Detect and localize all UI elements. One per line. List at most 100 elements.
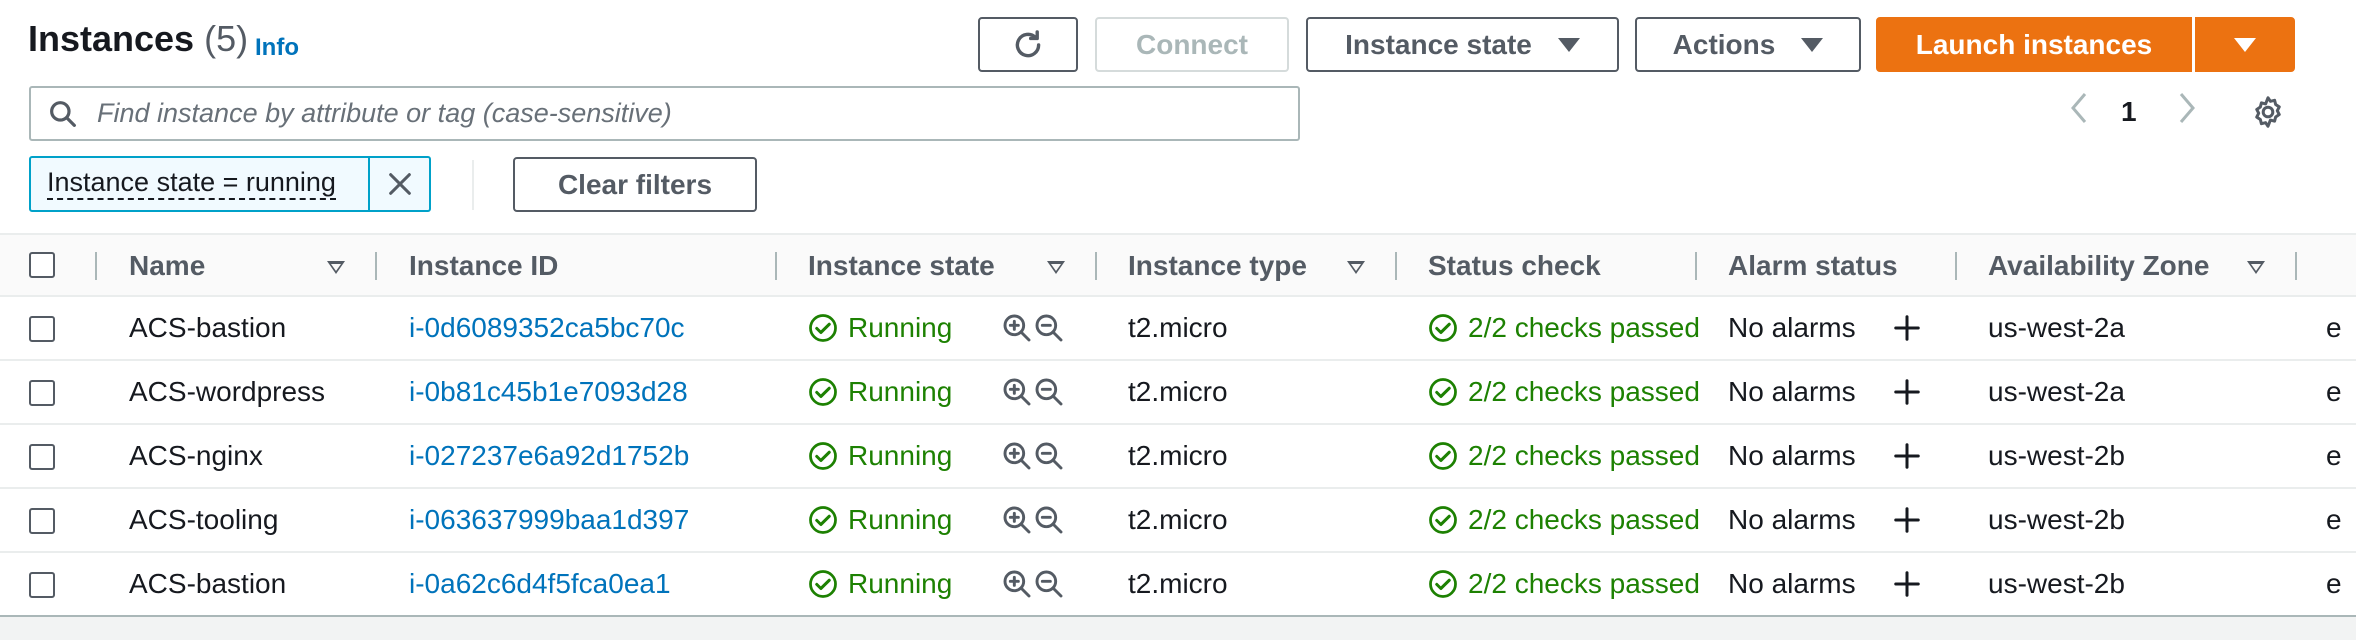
zoom-in-button[interactable] <box>1001 297 1033 359</box>
column-header-name[interactable]: Name <box>129 235 205 297</box>
instance-id-link[interactable]: i-063637999baa1d397 <box>409 489 689 551</box>
table-row[interactable]: ACS-nginx i-027237e6a92d1752b Running t2… <box>0 425 2356 489</box>
check-circle-icon <box>1428 313 1458 343</box>
column-header-availability-zone[interactable]: Availability Zone <box>1988 235 2209 297</box>
filter-token-label[interactable]: Instance state = running <box>31 158 370 210</box>
previous-page-button[interactable] <box>2067 88 2091 137</box>
launch-instances-button[interactable]: Launch instances <box>1876 17 2192 72</box>
filter-token[interactable]: Instance state = running <box>29 156 431 212</box>
truncated-cell: e <box>2326 376 2342 407</box>
zoom-in-icon <box>1003 314 1031 342</box>
chevron-right-icon <box>2179 93 2195 123</box>
add-alarm-button[interactable] <box>1892 425 1922 487</box>
truncated-cell: e <box>2326 504 2342 535</box>
add-alarm-button[interactable] <box>1892 489 1922 551</box>
column-header-instance-id[interactable]: Instance ID <box>409 235 558 297</box>
column-separator[interactable] <box>1955 252 1957 280</box>
search-input[interactable] <box>97 98 1298 129</box>
refresh-button[interactable] <box>978 17 1078 72</box>
zoom-out-button[interactable] <box>1033 553 1065 615</box>
page-number[interactable]: 1 <box>2121 96 2137 128</box>
zoom-in-button[interactable] <box>1001 425 1033 487</box>
search-bar[interactable] <box>29 86 1300 141</box>
zoom-in-button[interactable] <box>1001 489 1033 551</box>
plus-icon <box>1894 571 1920 597</box>
instance-name: ACS-wordpress <box>129 376 326 407</box>
row-checkbox[interactable] <box>29 380 55 406</box>
check-circle-icon <box>808 441 838 471</box>
column-separator[interactable] <box>1695 252 1697 280</box>
zoom-out-icon <box>1035 570 1063 598</box>
instance-state: Running <box>808 297 952 359</box>
column-header-alarm-status[interactable]: Alarm status <box>1728 235 1898 297</box>
check-circle-icon <box>808 569 838 599</box>
column-separator[interactable] <box>1395 252 1397 280</box>
add-alarm-button[interactable] <box>1892 553 1922 615</box>
table-row[interactable]: ACS-tooling i-063637999baa1d397 Running … <box>0 489 2356 553</box>
zoom-in-icon <box>1003 442 1031 470</box>
caret-down-icon <box>1801 37 1824 52</box>
zoom-out-button[interactable] <box>1033 361 1065 423</box>
status-check: 2/2 checks passed <box>1428 425 1700 487</box>
alarm-status: No alarms <box>1728 504 1856 535</box>
sort-icon[interactable] <box>2247 261 2265 274</box>
instance-id-link[interactable]: i-027237e6a92d1752b <box>409 425 689 487</box>
column-header-status-check[interactable]: Status check <box>1428 235 1601 297</box>
settings-button[interactable] <box>2250 94 2286 135</box>
zoom-out-button[interactable] <box>1033 489 1065 551</box>
launch-options-dropdown[interactable] <box>2195 17 2295 72</box>
status-check-text: 2/2 checks passed <box>1468 568 1700 599</box>
select-all-checkbox[interactable] <box>29 252 55 278</box>
connect-button[interactable]: Connect <box>1095 17 1289 72</box>
column-separator[interactable] <box>1095 252 1097 280</box>
zoom-out-button[interactable] <box>1033 425 1065 487</box>
column-separator[interactable] <box>775 252 777 280</box>
instance-state-label: Instance state <box>1345 28 1532 60</box>
clear-filters-button[interactable]: Clear filters <box>513 157 757 212</box>
table-row[interactable]: ACS-wordpress i-0b81c45b1e7093d28 Runnin… <box>0 361 2356 425</box>
check-circle-icon <box>1428 441 1458 471</box>
instance-type: t2.micro <box>1128 568 1228 599</box>
status-check: 2/2 checks passed <box>1428 361 1700 423</box>
sort-icon[interactable] <box>1047 261 1065 274</box>
remove-filter-button[interactable] <box>370 170 429 198</box>
instance-id-link[interactable]: i-0b81c45b1e7093d28 <box>409 361 688 423</box>
instance-state: Running <box>808 489 952 551</box>
instance-state-dropdown[interactable]: Instance state <box>1306 17 1619 72</box>
column-separator[interactable] <box>375 252 377 280</box>
instance-id-link[interactable]: i-0a62c6d4f5fca0ea1 <box>409 553 671 615</box>
zoom-out-icon <box>1035 378 1063 406</box>
table-row[interactable]: ACS-bastion i-0d6089352ca5bc70c Running … <box>0 297 2356 361</box>
alarm-status: No alarms <box>1728 376 1856 407</box>
instance-name: ACS-nginx <box>129 440 263 471</box>
sort-icon[interactable] <box>1347 261 1365 274</box>
actions-dropdown[interactable]: Actions <box>1635 17 1861 72</box>
column-header-instance-type[interactable]: Instance type <box>1128 235 1307 297</box>
column-separator[interactable] <box>2295 252 2297 280</box>
truncated-cell: e <box>2326 440 2342 471</box>
instance-id-link[interactable]: i-0d6089352ca5bc70c <box>409 297 685 359</box>
instance-type: t2.micro <box>1128 440 1228 471</box>
availability-zone: us-west-2b <box>1988 504 2125 535</box>
row-checkbox[interactable] <box>29 572 55 598</box>
column-header-instance-state[interactable]: Instance state <box>808 235 995 297</box>
alarm-status: No alarms <box>1728 568 1856 599</box>
column-separator <box>95 252 97 280</box>
add-alarm-button[interactable] <box>1892 361 1922 423</box>
row-checkbox[interactable] <box>29 444 55 470</box>
next-page-button[interactable] <box>2175 88 2199 137</box>
search-icon <box>50 100 76 127</box>
close-icon <box>388 173 411 195</box>
sort-icon[interactable] <box>327 261 345 274</box>
table-row[interactable]: ACS-bastion i-0a62c6d4f5fca0ea1 Running … <box>0 553 2356 617</box>
row-checkbox[interactable] <box>29 508 55 534</box>
actions-label: Actions <box>1672 28 1776 60</box>
table-header: Name Instance ID Instance state Instance… <box>0 233 2356 297</box>
info-link[interactable]: Info <box>255 34 299 62</box>
zoom-in-button[interactable] <box>1001 553 1033 615</box>
zoom-in-button[interactable] <box>1001 361 1033 423</box>
row-checkbox[interactable] <box>29 316 55 342</box>
zoom-out-button[interactable] <box>1033 297 1065 359</box>
gear-icon <box>2255 96 2281 128</box>
add-alarm-button[interactable] <box>1892 297 1922 359</box>
